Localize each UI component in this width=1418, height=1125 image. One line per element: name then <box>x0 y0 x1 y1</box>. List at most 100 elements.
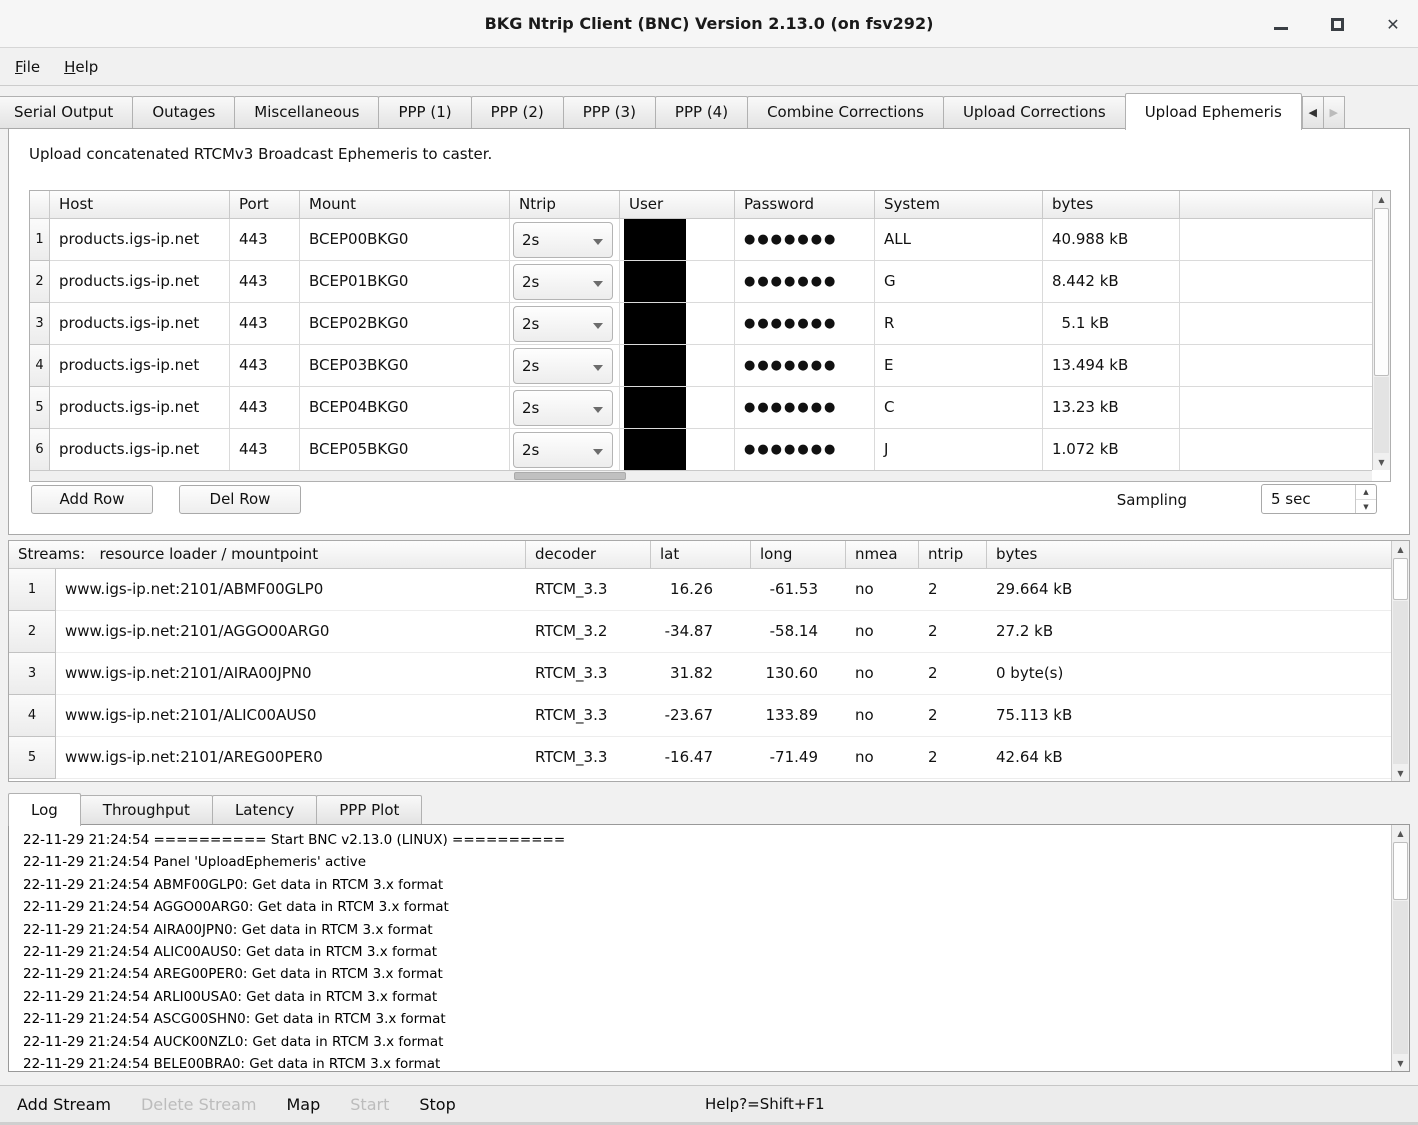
close-button[interactable]: ✕ <box>1382 13 1404 35</box>
header-long[interactable]: long <box>751 541 846 569</box>
cell-system[interactable]: G <box>875 261 1043 303</box>
cell-user-redacted[interactable] <box>620 219 735 261</box>
cell-mount[interactable]: BCEP02BKG0 <box>300 303 510 345</box>
cell-mount[interactable]: BCEP01BKG0 <box>300 261 510 303</box>
row-number[interactable]: 4 <box>9 695 56 737</box>
cell-user-redacted[interactable] <box>620 261 735 303</box>
header-system[interactable]: System <box>875 191 1043 219</box>
scrollbar-thumb[interactable] <box>1393 842 1408 900</box>
tab-serial-output[interactable]: Serial Output <box>0 96 133 129</box>
row-number[interactable]: 1 <box>30 219 50 261</box>
tab-ppp-1[interactable]: PPP (1) <box>378 96 471 129</box>
cell-host[interactable]: products.igs-ip.net <box>50 303 230 345</box>
stream-row[interactable]: 4 www.igs-ip.net:2101/ALIC00AUS0 RTCM_3.… <box>9 695 1391 737</box>
cell-mount[interactable]: BCEP03BKG0 <box>300 345 510 387</box>
cell-password[interactable]: ●●●●●●● <box>735 345 875 387</box>
tab-ppp-plot[interactable]: PPP Plot <box>316 795 422 825</box>
row-number[interactable]: 2 <box>9 611 56 653</box>
cell-system[interactable]: C <box>875 387 1043 429</box>
cell-system[interactable]: J <box>875 429 1043 471</box>
header-bytes[interactable]: bytes <box>987 541 1391 569</box>
header-ntrip[interactable]: Ntrip <box>510 191 620 219</box>
ntrip-dropdown[interactable]: 2s <box>513 348 613 384</box>
cell-password[interactable]: ●●●●●●● <box>735 387 875 429</box>
map-button[interactable]: Map <box>287 1095 321 1114</box>
upload-table-vscrollbar[interactable]: ▲ ▼ <box>1372 191 1390 470</box>
scroll-up-icon[interactable]: ▲ <box>1373 191 1390 207</box>
maximize-button[interactable] <box>1326 13 1348 35</box>
header-ntrip[interactable]: ntrip <box>919 541 987 569</box>
tab-throughput[interactable]: Throughput <box>80 795 213 825</box>
minimize-button[interactable] <box>1270 13 1292 35</box>
cell-host[interactable]: products.igs-ip.net <box>50 387 230 429</box>
row-number[interactable]: 6 <box>30 429 50 471</box>
cell-host[interactable]: products.igs-ip.net <box>50 345 230 387</box>
scrollbar-track[interactable] <box>1393 601 1408 764</box>
cell-password[interactable]: ●●●●●●● <box>735 303 875 345</box>
tab-ppp-3[interactable]: PPP (3) <box>563 96 656 129</box>
cell-password[interactable]: ●●●●●●● <box>735 429 875 471</box>
cell-host[interactable]: products.igs-ip.net <box>50 261 230 303</box>
header-password[interactable]: Password <box>735 191 875 219</box>
cell-user-redacted[interactable] <box>620 303 735 345</box>
scroll-down-icon[interactable]: ▼ <box>1392 765 1409 781</box>
cell-host[interactable]: products.igs-ip.net <box>50 219 230 261</box>
stream-row[interactable]: 2 www.igs-ip.net:2101/AGGO00ARG0 RTCM_3.… <box>9 611 1391 653</box>
cell-port[interactable]: 443 <box>230 345 300 387</box>
scroll-down-icon[interactable]: ▼ <box>1373 454 1390 470</box>
scroll-down-icon[interactable]: ▼ <box>1392 1055 1409 1071</box>
row-number[interactable]: 5 <box>30 387 50 429</box>
header-streams-resource[interactable]: Streams: resource loader / mountpoint <box>9 541 526 569</box>
upload-table-hscrollbar[interactable] <box>30 470 1372 481</box>
add-row-button[interactable]: Add Row <box>31 485 153 514</box>
scrollbar-thumb[interactable] <box>1393 558 1408 600</box>
cell-port[interactable]: 443 <box>230 303 300 345</box>
cell-mount[interactable]: BCEP05BKG0 <box>300 429 510 471</box>
stream-row[interactable]: 1 www.igs-ip.net:2101/ABMF00GLP0 RTCM_3.… <box>9 569 1391 611</box>
tab-outages[interactable]: Outages <box>132 96 235 129</box>
menu-file[interactable]: File <box>6 58 49 76</box>
tab-ppp-4[interactable]: PPP (4) <box>655 96 748 129</box>
tab-miscellaneous[interactable]: Miscellaneous <box>234 96 379 129</box>
row-number[interactable]: 3 <box>30 303 50 345</box>
header-decoder[interactable]: decoder <box>526 541 651 569</box>
log-output[interactable]: 22-11-29 21:24:54 ========== Start BNC v… <box>9 829 1389 1071</box>
header-port[interactable]: Port <box>230 191 300 219</box>
tab-latency[interactable]: Latency <box>212 795 317 825</box>
row-number[interactable]: 1 <box>9 569 56 611</box>
ntrip-dropdown[interactable]: 2s <box>513 390 613 426</box>
cell-system[interactable]: R <box>875 303 1043 345</box>
streams-vscrollbar[interactable]: ▲ ▼ <box>1391 541 1409 781</box>
cell-port[interactable]: 443 <box>230 261 300 303</box>
tab-ppp-2[interactable]: PPP (2) <box>471 96 564 129</box>
cell-mount[interactable]: BCEP00BKG0 <box>300 219 510 261</box>
ntrip-dropdown[interactable]: 2s <box>513 432 613 468</box>
header-bytes[interactable]: bytes <box>1043 191 1180 219</box>
cell-port[interactable]: 443 <box>230 387 300 429</box>
menu-help[interactable]: Help <box>55 58 107 76</box>
cell-mount[interactable]: BCEP04BKG0 <box>300 387 510 429</box>
scrollbar-track[interactable] <box>1393 901 1408 1054</box>
header-lat[interactable]: lat <box>651 541 751 569</box>
stream-row[interactable]: 3 www.igs-ip.net:2101/AIRA00JPN0 RTCM_3.… <box>9 653 1391 695</box>
row-number[interactable]: 3 <box>9 653 56 695</box>
stream-row[interactable]: 5 www.igs-ip.net:2101/AREG00PER0 RTCM_3.… <box>9 737 1391 779</box>
cell-port[interactable]: 443 <box>230 219 300 261</box>
ntrip-dropdown[interactable]: 2s <box>513 264 613 300</box>
tab-scroll-left-button[interactable]: ◀ <box>1302 96 1324 129</box>
cell-host[interactable]: products.igs-ip.net <box>50 429 230 471</box>
cell-user-redacted[interactable] <box>620 387 735 429</box>
cell-password[interactable]: ●●●●●●● <box>735 219 875 261</box>
header-nmea[interactable]: nmea <box>846 541 919 569</box>
row-number[interactable]: 5 <box>9 737 56 779</box>
add-stream-button[interactable]: Add Stream <box>17 1095 111 1114</box>
ntrip-dropdown[interactable]: 2s <box>513 306 613 342</box>
scroll-up-icon[interactable]: ▲ <box>1392 825 1409 841</box>
cell-password[interactable]: ●●●●●●● <box>735 261 875 303</box>
stop-button[interactable]: Stop <box>419 1095 455 1114</box>
scrollbar-thumb[interactable] <box>514 472 626 480</box>
cell-system[interactable]: E <box>875 345 1043 387</box>
tab-scroll-right-button[interactable]: ▶ <box>1323 96 1345 129</box>
spin-up-icon[interactable]: ▲ <box>1356 485 1376 499</box>
del-row-button[interactable]: Del Row <box>179 485 301 514</box>
